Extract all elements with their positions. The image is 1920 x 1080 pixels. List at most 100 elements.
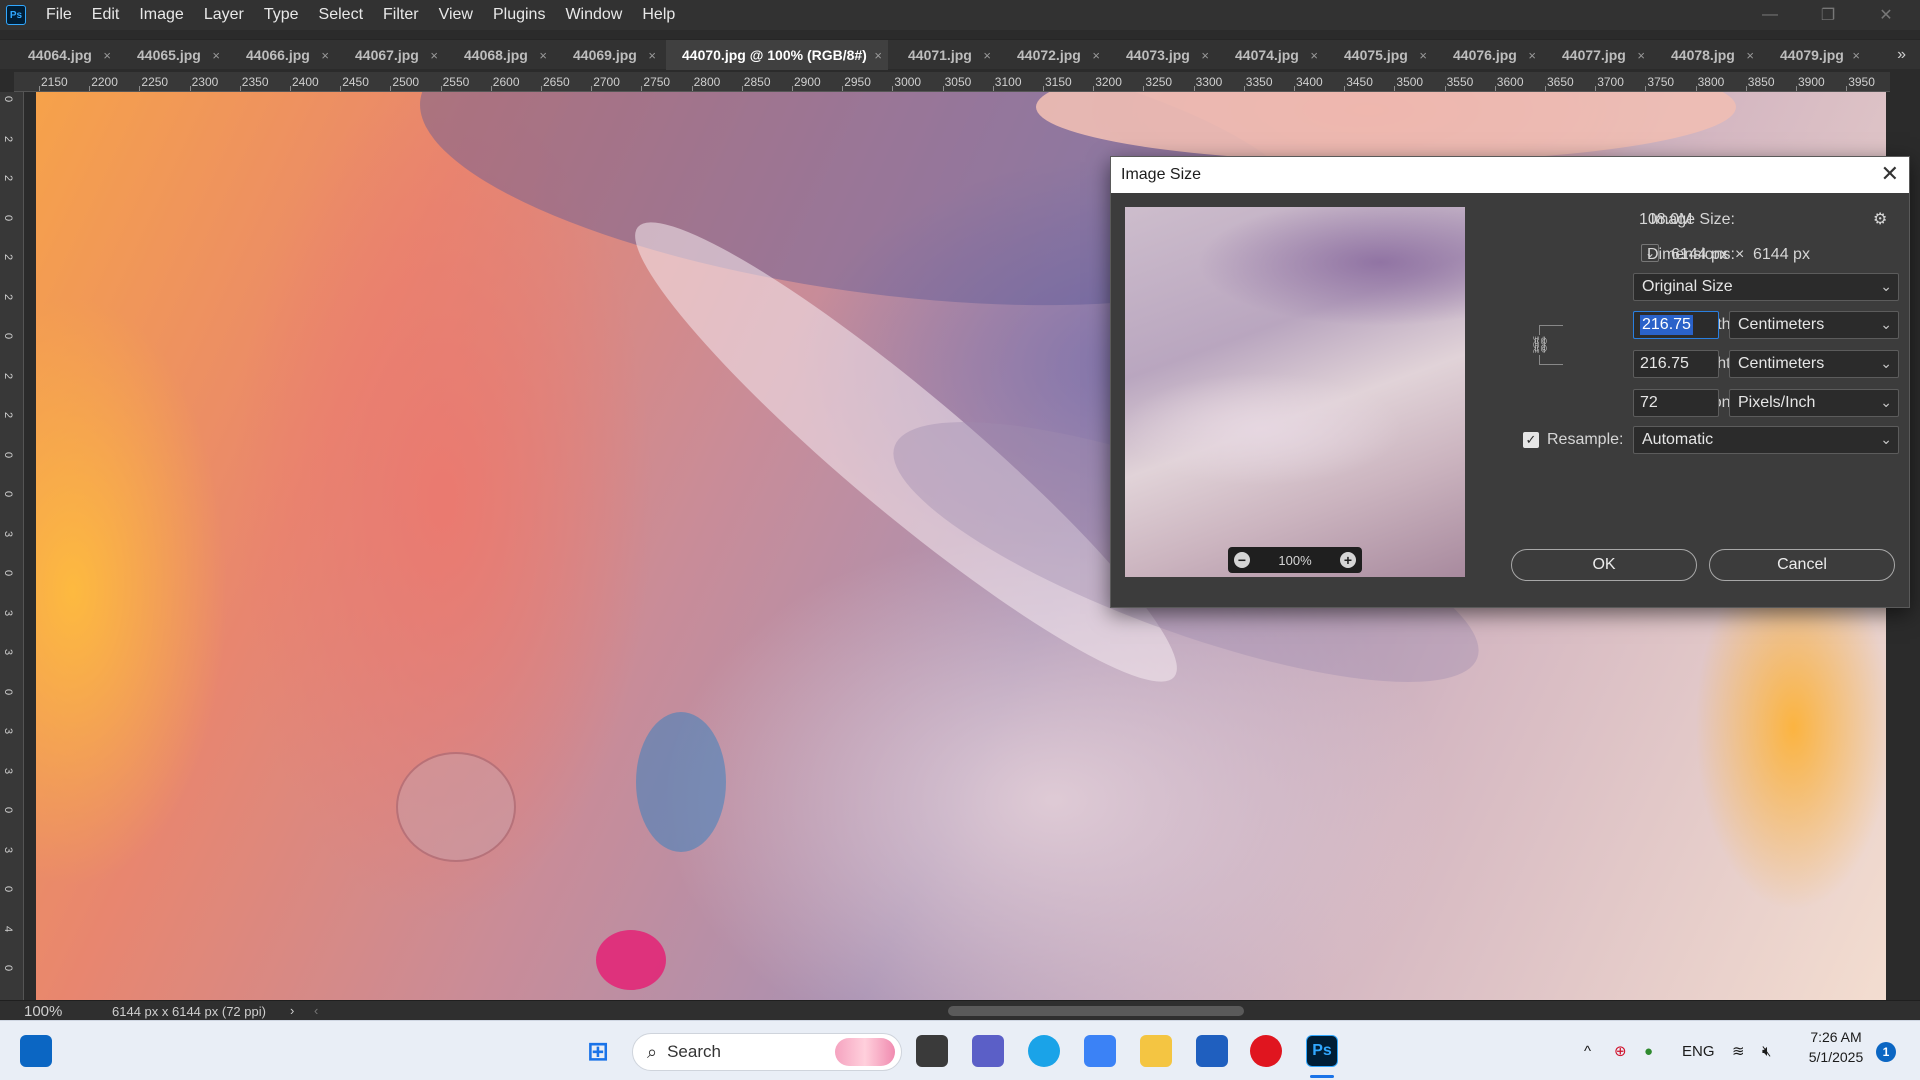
meet-chat-icon[interactable] — [972, 1035, 1004, 1067]
document-tab[interactable]: 44070.jpg @ 100% (RGB/8#) × — [666, 40, 888, 70]
pink-flower-motif — [596, 930, 666, 990]
notification-badge[interactable]: 1 — [1876, 1042, 1896, 1062]
tab-close-icon[interactable]: × — [1852, 48, 1860, 63]
tab-close-icon[interactable]: × — [874, 48, 882, 63]
document-tab[interactable]: 44069.jpg × — [557, 40, 662, 70]
ruler-tick-label: 3350 — [1245, 75, 1273, 89]
taskbar-search[interactable]: ⌕ Search — [632, 1033, 902, 1071]
tab-close-icon[interactable]: × — [212, 48, 220, 63]
tab-close-icon[interactable]: × — [983, 48, 991, 63]
tab-close-icon[interactable]: × — [321, 48, 329, 63]
microsoft-store-icon[interactable] — [1196, 1035, 1228, 1067]
tab-close-icon[interactable]: × — [430, 48, 438, 63]
restore-icon[interactable]: ❐ — [1800, 0, 1856, 30]
chevron-down-icon: ⌄ — [1880, 316, 1892, 332]
ruler-tick — [490, 86, 492, 91]
resolution-input[interactable]: 72 — [1633, 389, 1719, 417]
document-tab[interactable]: 44075.jpg × — [1328, 40, 1433, 70]
menu-help[interactable]: Help — [632, 0, 685, 30]
menu-filter[interactable]: Filter — [373, 0, 429, 30]
document-tab[interactable]: 44077.jpg × — [1546, 40, 1651, 70]
menu-layer[interactable]: Layer — [194, 0, 254, 30]
resolution-unit-dropdown[interactable]: Pixels/Inch ⌄ — [1729, 389, 1899, 417]
tabs-overflow-icon[interactable]: » — [1897, 40, 1906, 70]
network-shield-icon[interactable]: ● — [1644, 1021, 1653, 1080]
menu-view[interactable]: View — [429, 0, 483, 30]
volume-muted-icon[interactable]: 🔇︎ — [1762, 1021, 1771, 1080]
dialog-close-icon[interactable]: ✕ — [1881, 163, 1899, 185]
image-preview[interactable]: − 100% + — [1125, 207, 1465, 577]
windows-start-icon[interactable]: ⊞ — [582, 1035, 614, 1067]
minimize-icon[interactable]: — — [1742, 0, 1798, 30]
document-tab[interactable]: 44071.jpg × — [892, 40, 997, 70]
scroll-left-icon[interactable]: ‹ — [314, 1003, 318, 1018]
width-input[interactable]: 216.75 — [1633, 311, 1719, 339]
document-tab[interactable]: 44074.jpg × — [1219, 40, 1324, 70]
height-unit-dropdown[interactable]: Centimeters ⌄ — [1729, 350, 1899, 378]
clock[interactable]: 7:26 AM 5/1/2025 — [1800, 1029, 1872, 1065]
horizontal-scrollbar[interactable] — [948, 1006, 1244, 1016]
document-tab[interactable]: 44066.jpg × — [230, 40, 335, 70]
wifi-icon[interactable]: ≋ — [1732, 1021, 1745, 1080]
tab-close-icon[interactable]: × — [1310, 48, 1318, 63]
document-tab[interactable]: 44073.jpg × — [1110, 40, 1215, 70]
zoom-in-icon[interactable]: + — [1340, 552, 1356, 568]
tab-close-icon[interactable]: × — [1419, 48, 1427, 63]
widgets-icon[interactable] — [20, 1035, 52, 1067]
vpn-icon[interactable]: ⊕ — [1614, 1021, 1627, 1080]
tab-close-icon[interactable]: × — [539, 48, 547, 63]
tab-label: 44064.jpg — [28, 47, 92, 63]
image-size-dialog: Image Size ✕ − 100% + Image Size: 108.0M… — [1110, 156, 1910, 608]
zoom-level[interactable]: 100% — [24, 1003, 62, 1020]
menu-select[interactable]: Select — [309, 0, 373, 30]
menu-file[interactable]: File — [36, 0, 82, 30]
window-close-icon[interactable]: ✕ — [1858, 0, 1914, 30]
menu-plugins[interactable]: Plugins — [483, 0, 555, 30]
tab-close-icon[interactable]: × — [1637, 48, 1645, 63]
photoshop-logo-icon[interactable]: Ps — [6, 5, 26, 25]
constrain-proportions-link-icon[interactable]: ⛓ — [1530, 335, 1551, 355]
tray-overflow-chevron-icon[interactable]: ^ — [1584, 1021, 1591, 1080]
document-tab[interactable]: 44065.jpg × — [121, 40, 226, 70]
height-input[interactable]: 216.75 — [1633, 350, 1719, 378]
file-explorer-icon[interactable] — [1140, 1035, 1172, 1067]
resample-checkbox[interactable]: ✓ — [1523, 432, 1539, 448]
fit-to-dropdown[interactable]: Original Size ⌄ — [1633, 273, 1899, 301]
ok-button[interactable]: OK — [1511, 549, 1697, 581]
menu-edit[interactable]: Edit — [82, 0, 130, 30]
snipping-tool-icon[interactable] — [1084, 1035, 1116, 1067]
task-view-icon[interactable] — [916, 1035, 948, 1067]
tab-close-icon[interactable]: × — [1092, 48, 1100, 63]
zoom-out-icon[interactable]: − — [1234, 552, 1250, 568]
tab-close-icon[interactable]: × — [1528, 48, 1536, 63]
chevron-down-icon: ⌄ — [1880, 278, 1892, 294]
ruler-tick — [792, 86, 793, 91]
opera-browser-icon[interactable] — [1250, 1035, 1282, 1067]
document-tab[interactable]: 44068.jpg × — [448, 40, 553, 70]
taskbar: ⊞ ⌕ Search Ps ^ ⊕ ● ENG ≋ 🔇︎ 7:26 AM 5/1… — [0, 1020, 1920, 1080]
edge-browser-icon[interactable] — [1028, 1035, 1060, 1067]
document-tab[interactable]: 44072.jpg × — [1001, 40, 1106, 70]
document-tab[interactable]: 44064.jpg × — [12, 40, 117, 70]
tab-close-icon[interactable]: × — [1201, 48, 1209, 63]
menu-image[interactable]: Image — [129, 0, 193, 30]
document-tab[interactable]: 44076.jpg × — [1437, 40, 1542, 70]
dialog-titlebar[interactable]: Image Size ✕ — [1111, 157, 1909, 193]
resample-dropdown[interactable]: Automatic ⌄ — [1633, 426, 1899, 454]
dimensions-units-chevron-icon[interactable]: ⌄ — [1641, 244, 1659, 262]
document-tab[interactable]: 44067.jpg × — [339, 40, 444, 70]
tab-close-icon[interactable]: × — [103, 48, 111, 63]
language-indicator[interactable]: ENG — [1682, 1021, 1715, 1080]
document-tab[interactable]: 44078.jpg × — [1655, 40, 1760, 70]
cancel-button[interactable]: Cancel — [1709, 549, 1895, 581]
photoshop-taskbar-icon[interactable]: Ps — [1306, 1035, 1338, 1067]
gear-icon[interactable]: ⚙ — [1873, 209, 1887, 229]
ruler-tick-label: 2200 — [91, 75, 118, 89]
menu-window[interactable]: Window — [555, 0, 632, 30]
menu-type[interactable]: Type — [254, 0, 309, 30]
status-menu-arrow-icon[interactable]: › — [290, 1003, 294, 1018]
document-tab[interactable]: 44079.jpg × — [1764, 40, 1866, 70]
tab-close-icon[interactable]: × — [648, 48, 656, 63]
width-unit-dropdown[interactable]: Centimeters ⌄ — [1729, 311, 1899, 339]
tab-close-icon[interactable]: × — [1746, 48, 1754, 63]
